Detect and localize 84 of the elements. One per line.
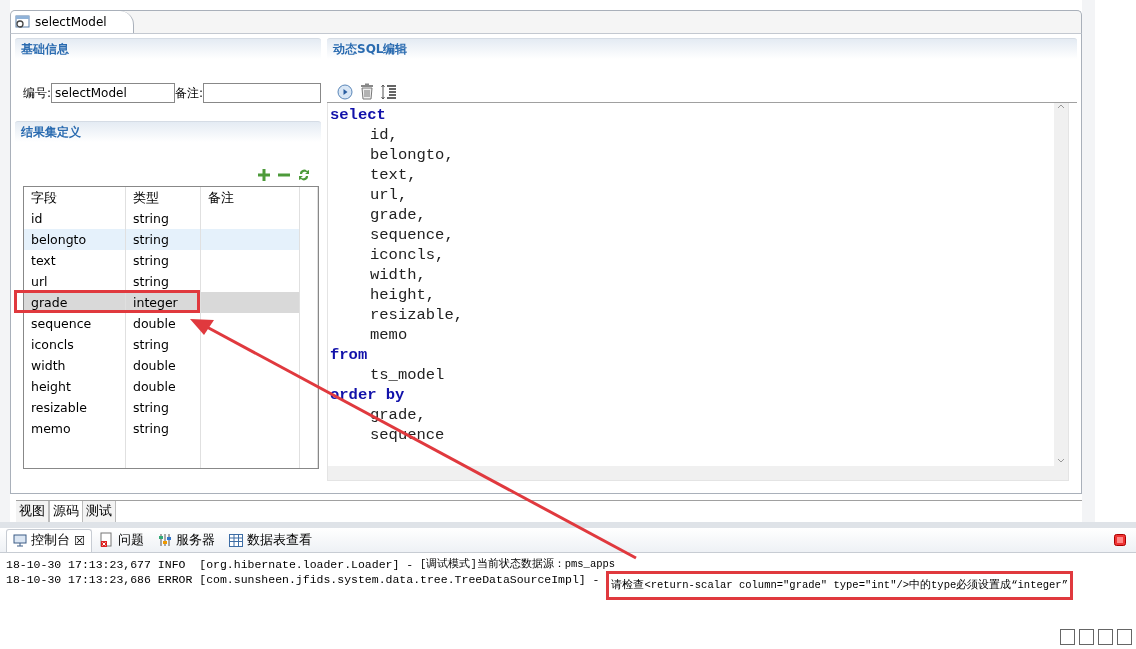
code-line: id, — [370, 125, 398, 145]
code-line: url, — [370, 185, 408, 205]
log-message: [调试模式]当前状态数据源：pms_apps — [420, 557, 616, 572]
problems-icon — [100, 532, 115, 548]
table-cell: string — [126, 418, 201, 439]
table-row[interactable]: height double — [24, 376, 318, 397]
table-cell: belongto — [24, 229, 126, 250]
table-row[interactable]: iconcls string — [24, 334, 318, 355]
section-header: 动态SQL编辑 — [327, 38, 1077, 59]
code-line: iconcls, — [370, 245, 445, 265]
field-label: 编号: — [23, 84, 52, 102]
table-cell: url — [24, 271, 126, 292]
format-icon[interactable] — [381, 83, 397, 100]
console-tab[interactable]: 控制台 ☒ — [6, 528, 93, 552]
field-label: 备注: — [175, 84, 204, 102]
code-line: resizable, — [370, 305, 463, 325]
section-header: 结果集定义 — [15, 121, 321, 142]
code-line: sequence, — [370, 225, 454, 245]
trash-icon[interactable] — [359, 83, 375, 100]
horizontal-scrollbar[interactable] — [328, 466, 1054, 480]
column-header[interactable]: 字段 — [24, 187, 126, 208]
table-cell: string — [126, 397, 201, 418]
table-cell: width — [24, 355, 126, 376]
editor-tab-title: selectModel — [35, 15, 107, 29]
close-icon[interactable]: ☒ — [74, 533, 86, 548]
table-cell: string — [126, 334, 201, 355]
add-icon[interactable] — [257, 168, 271, 182]
table-cell: resizable — [24, 397, 126, 418]
table-cell: double — [126, 355, 201, 376]
table-cell: height — [24, 376, 126, 397]
table-row[interactable]: width double — [24, 355, 318, 376]
console-tab[interactable]: 数据表查看 — [223, 529, 319, 551]
column-header[interactable]: 备注 — [201, 187, 300, 208]
table-cell: string — [126, 250, 201, 271]
refresh-icon[interactable] — [297, 168, 311, 182]
log-message: 请检查<return-scalar column="grade" type="int"/>中的type必须设置成“integer” — [606, 571, 1073, 600]
log-text: 18-10-30 17:13:23,686 ERROR [com.sunsheen.jfids.system.data.tree.TreeDataSourceImpl] - — [6, 572, 601, 588]
input-field[interactable]: selectModel — [51, 83, 176, 103]
table-cell: double — [126, 376, 201, 397]
code-line: belongto, — [370, 145, 454, 165]
code-line: height, — [370, 285, 436, 305]
table-cell: string — [126, 229, 201, 250]
page-tab[interactable]: 视图 — [16, 501, 49, 522]
table-cell: text — [24, 250, 126, 271]
table-row[interactable]: memo string — [24, 418, 318, 439]
scroll-up-icon[interactable] — [1057, 103, 1065, 109]
table-row[interactable]: text string — [24, 250, 318, 271]
run-icon[interactable] — [337, 83, 353, 100]
page-tab[interactable]: 测试 — [83, 501, 116, 522]
code-line: grade, — [370, 205, 426, 225]
column-header[interactable]: 类型 — [126, 187, 201, 208]
code-line: memo — [370, 325, 408, 345]
log-text: 18-10-30 17:13:23,677 INFO [org.hibernate.loader.Loader] - — [6, 557, 415, 572]
section-header: 基础信息 — [15, 38, 321, 59]
sql-keyword: select — [330, 105, 386, 125]
tab-label: 数据表查看 — [247, 531, 313, 549]
stop-icon[interactable] — [1114, 534, 1126, 546]
page-tab[interactable]: 源码 — [49, 501, 83, 522]
editor-tab[interactable]: selectModel — [11, 11, 134, 33]
code-line: text, — [370, 165, 417, 185]
tab-label: 问题 — [118, 531, 145, 549]
table-row[interactable]: resizable string — [24, 397, 318, 418]
console-tab[interactable]: 问题 — [94, 529, 151, 551]
scroll-down-icon[interactable] — [1057, 458, 1065, 464]
table-cell: string — [126, 271, 201, 292]
code-line: width, — [370, 265, 426, 285]
sliders-icon — [158, 533, 173, 547]
table-cell: iconcls — [24, 334, 126, 355]
squares-icon — [1060, 629, 1134, 645]
table-cell: memo — [24, 418, 126, 439]
table-icon — [229, 533, 244, 547]
vertical-scrollbar[interactable] — [1054, 103, 1068, 480]
code-line: grade, — [370, 405, 426, 425]
table-row[interactable]: grade integer — [24, 292, 318, 313]
tab-label: 控制台 — [31, 532, 70, 549]
console-tab[interactable]: 服务器 — [152, 529, 222, 551]
input-field[interactable] — [203, 83, 322, 103]
sql-keyword: from — [330, 345, 368, 365]
form-search-icon — [15, 15, 31, 29]
tab-label: 服务器 — [176, 531, 216, 549]
table-cell: sequence — [24, 313, 126, 334]
monitor-icon — [13, 534, 27, 547]
code-line: ts_model — [370, 365, 445, 385]
table-row[interactable]: belongto string — [24, 229, 318, 250]
